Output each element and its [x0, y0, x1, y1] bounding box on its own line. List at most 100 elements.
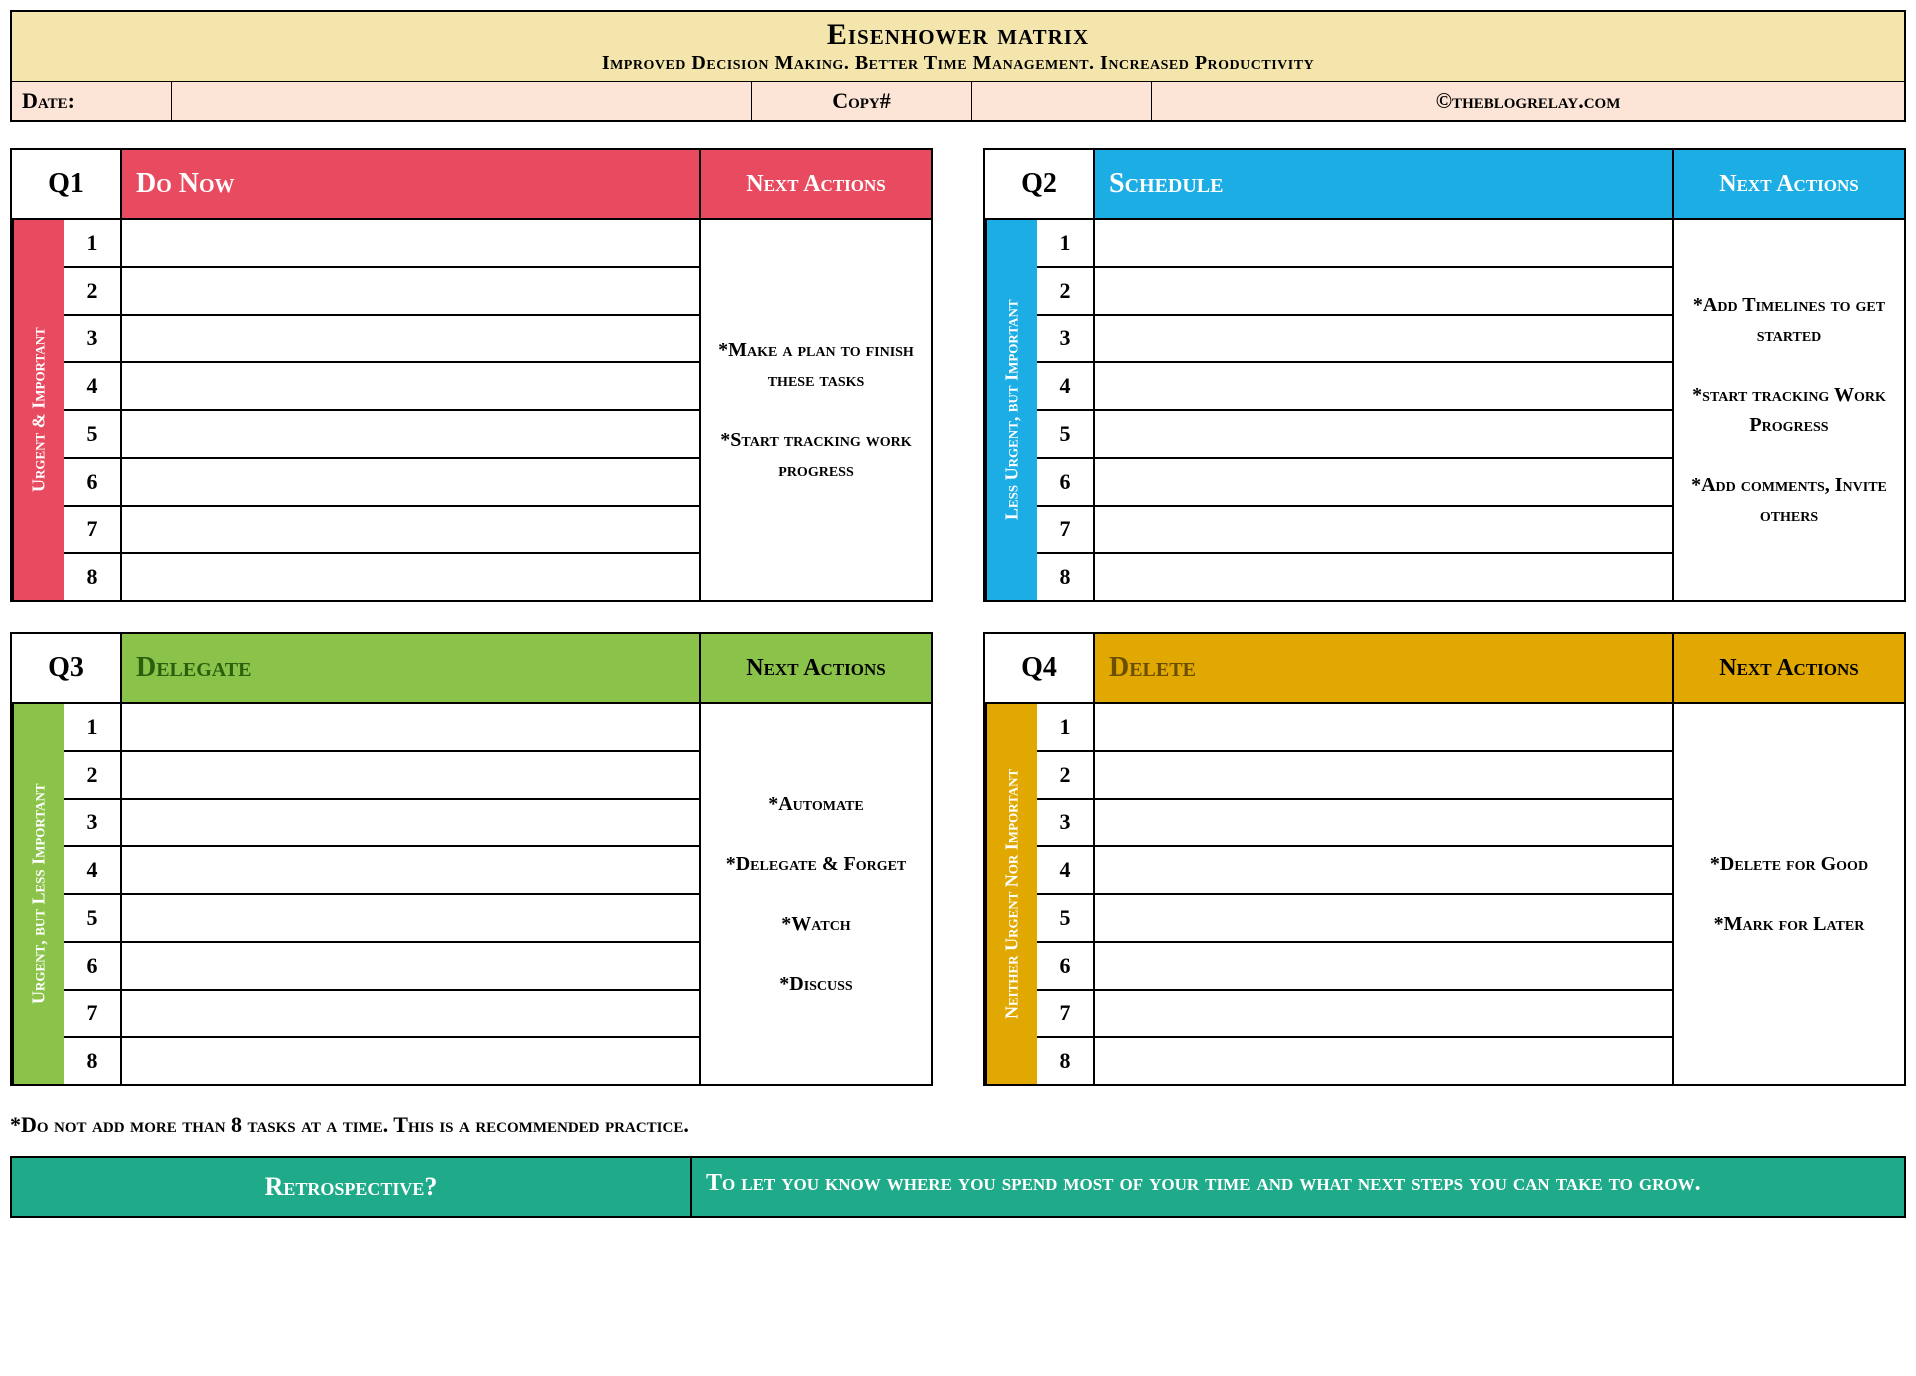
q2-row-numbers: 1 2 3 4 5 6 7 8 — [1037, 220, 1095, 600]
row-number: 7 — [64, 507, 122, 555]
q4-next-label: Next Actions — [1674, 634, 1904, 704]
task-cell[interactable] — [1095, 507, 1672, 555]
page-title: Eisenhower matrix — [12, 18, 1904, 52]
quadrant-q4: Q4 Delete Next Actions Neither Urgent No… — [983, 632, 1906, 1086]
copy-label: Copy# — [752, 82, 972, 120]
q1-id: Q1 — [12, 150, 122, 220]
row-number: 8 — [64, 1038, 122, 1084]
row-number: 2 — [64, 752, 122, 800]
row-number: 5 — [1037, 895, 1095, 943]
task-cell[interactable] — [122, 268, 699, 316]
task-cell[interactable] — [1095, 411, 1672, 459]
task-cell[interactable] — [122, 459, 699, 507]
task-cell[interactable] — [1095, 554, 1672, 600]
row-number: 8 — [1037, 1038, 1095, 1084]
task-cell[interactable] — [1095, 316, 1672, 364]
task-cell[interactable] — [122, 1038, 699, 1084]
q2-id: Q2 — [985, 150, 1095, 220]
copy-field[interactable] — [972, 82, 1152, 120]
task-cell[interactable] — [1095, 704, 1672, 752]
q3-next-label: Next Actions — [701, 634, 931, 704]
task-cell[interactable] — [122, 363, 699, 411]
q1-title: Do Now — [122, 150, 701, 220]
task-cell[interactable] — [122, 895, 699, 943]
q3-id: Q3 — [12, 634, 122, 704]
q2-side-label: Less Urgent, but Important — [985, 220, 1037, 600]
date-field[interactable] — [172, 82, 752, 120]
footnote: *Do not add more than 8 tasks at a time.… — [10, 1112, 1906, 1138]
task-cell[interactable] — [1095, 220, 1672, 268]
row-number: 7 — [1037, 991, 1095, 1039]
task-cell[interactable] — [1095, 363, 1672, 411]
row-number: 8 — [64, 554, 122, 600]
row-number: 1 — [1037, 220, 1095, 268]
quadrant-q1: Q1 Do Now Next Actions Urgent & Importan… — [10, 148, 933, 602]
row-number: 3 — [64, 316, 122, 364]
row-number: 2 — [1037, 268, 1095, 316]
matrix-grid: Q1 Do Now Next Actions Urgent & Importan… — [10, 148, 1906, 1086]
q3-title: Delegate — [122, 634, 701, 704]
q1-row-numbers: 1 2 3 4 5 6 7 8 — [64, 220, 122, 600]
q3-side-label: Urgent, but Less Important — [12, 704, 64, 1084]
q4-actions: *Delete for Good *Mark for Later — [1674, 704, 1904, 1084]
task-cell[interactable] — [1095, 943, 1672, 991]
task-cell[interactable] — [1095, 752, 1672, 800]
row-number: 3 — [64, 800, 122, 848]
q4-title: Delete — [1095, 634, 1674, 704]
q3-task-cells — [122, 704, 699, 1084]
q1-next-label: Next Actions — [701, 150, 931, 220]
row-number: 6 — [64, 459, 122, 507]
q3-actions: *Automate *Delegate & Forget *Watch *Dis… — [701, 704, 931, 1084]
row-number: 4 — [1037, 847, 1095, 895]
q1-actions: *Make a plan to finish these tasks *Star… — [701, 220, 931, 600]
q2-title: Schedule — [1095, 150, 1674, 220]
task-cell[interactable] — [122, 411, 699, 459]
row-number: 1 — [64, 704, 122, 752]
task-cell[interactable] — [1095, 847, 1672, 895]
row-number: 6 — [1037, 943, 1095, 991]
task-cell[interactable] — [1095, 800, 1672, 848]
row-number: 4 — [64, 847, 122, 895]
q1-task-cells — [122, 220, 699, 600]
task-cell[interactable] — [1095, 895, 1672, 943]
q4-side-label: Neither Urgent Nor Important — [985, 704, 1037, 1084]
row-number: 3 — [1037, 316, 1095, 364]
row-number: 5 — [64, 411, 122, 459]
task-cell[interactable] — [122, 704, 699, 752]
retro-text: To let you know where you spend most of … — [692, 1158, 1904, 1216]
row-number: 3 — [1037, 800, 1095, 848]
row-number: 7 — [64, 991, 122, 1039]
task-cell[interactable] — [122, 507, 699, 555]
row-number: 5 — [1037, 411, 1095, 459]
page-subtitle: Improved Decision Making. Better Time Ma… — [12, 52, 1904, 79]
task-cell[interactable] — [1095, 991, 1672, 1039]
q2-actions: *Add Timelines to get started *start tra… — [1674, 220, 1904, 600]
row-number: 2 — [1037, 752, 1095, 800]
task-cell[interactable] — [122, 220, 699, 268]
task-cell[interactable] — [1095, 459, 1672, 507]
row-number: 6 — [64, 943, 122, 991]
credit-text: ©theblogrelay.com — [1152, 82, 1904, 120]
task-cell[interactable] — [122, 991, 699, 1039]
row-number: 2 — [64, 268, 122, 316]
q3-row-numbers: 1 2 3 4 5 6 7 8 — [64, 704, 122, 1084]
q1-side-label: Urgent & Important — [12, 220, 64, 600]
task-cell[interactable] — [122, 316, 699, 364]
task-cell[interactable] — [122, 847, 699, 895]
date-label: Date: — [12, 82, 172, 120]
task-cell[interactable] — [122, 554, 699, 600]
task-cell[interactable] — [122, 752, 699, 800]
task-cell[interactable] — [1095, 1038, 1672, 1084]
title-band: Eisenhower matrix Improved Decision Maki… — [12, 12, 1904, 82]
task-cell[interactable] — [122, 800, 699, 848]
row-number: 6 — [1037, 459, 1095, 507]
row-number: 7 — [1037, 507, 1095, 555]
q4-row-numbers: 1 2 3 4 5 6 7 8 — [1037, 704, 1095, 1084]
task-cell[interactable] — [122, 943, 699, 991]
quadrant-q2: Q2 Schedule Next Actions Less Urgent, bu… — [983, 148, 1906, 602]
q2-task-cells — [1095, 220, 1672, 600]
task-cell[interactable] — [1095, 268, 1672, 316]
row-number: 8 — [1037, 554, 1095, 600]
row-number: 1 — [64, 220, 122, 268]
q4-id: Q4 — [985, 634, 1095, 704]
